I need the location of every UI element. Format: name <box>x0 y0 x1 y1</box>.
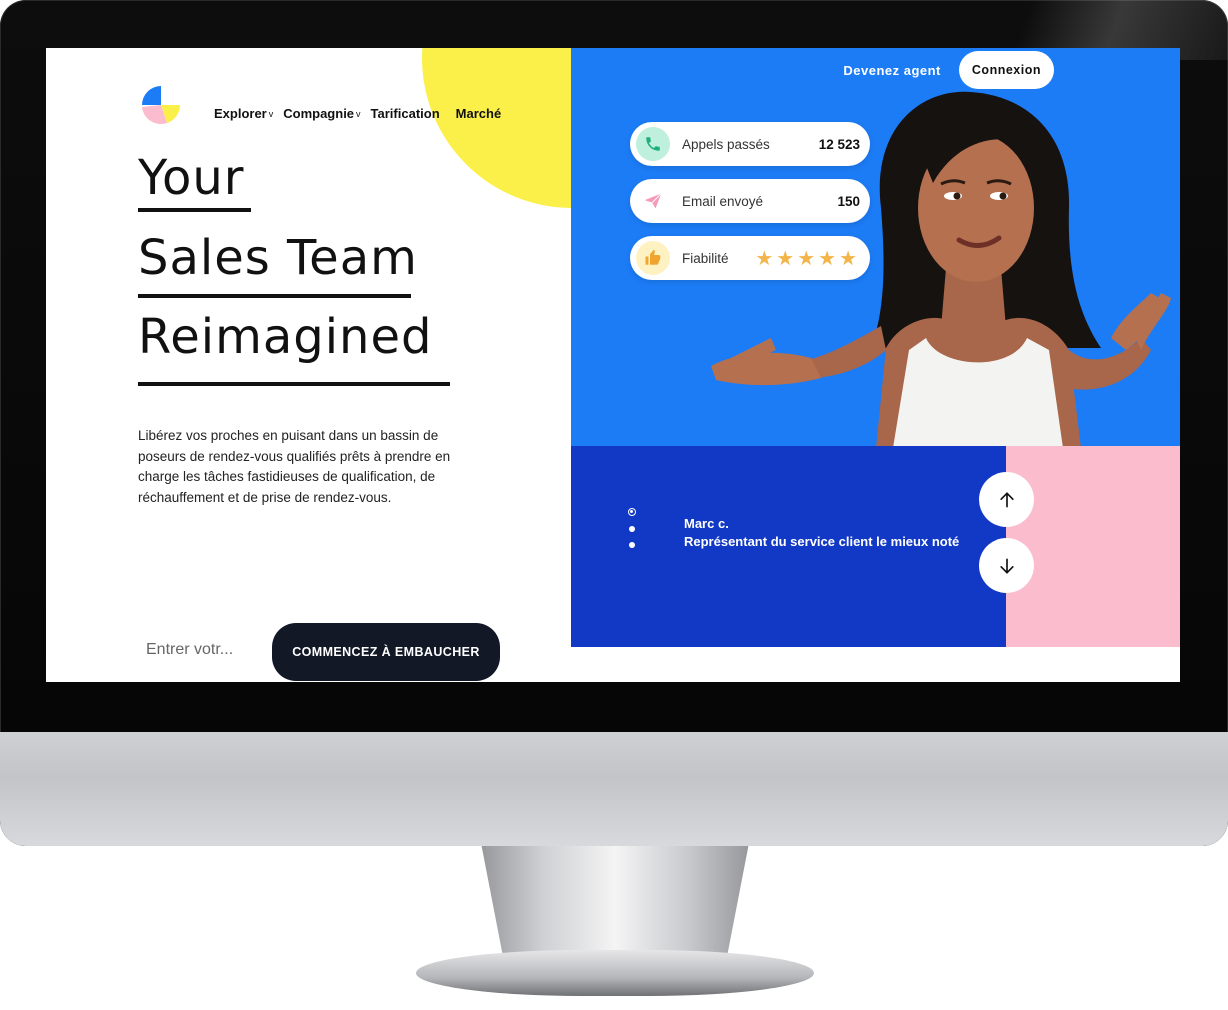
stat-value: 150 <box>837 193 860 209</box>
carousel-dot-active[interactable] <box>628 508 636 516</box>
stat-card-email: Email envoyé 150 <box>630 179 870 223</box>
arrow-down-icon <box>999 558 1014 574</box>
chevron-down-icon: v <box>268 108 274 119</box>
email-input[interactable] <box>138 630 268 670</box>
nav-tarification[interactable]: Tarification <box>371 106 440 121</box>
carousel-dot[interactable] <box>629 526 635 532</box>
rating-stars: ★★★★★ <box>755 247 860 270</box>
paper-plane-icon <box>636 184 670 218</box>
nav-compagnie[interactable]: Compagnie v <box>283 106 360 121</box>
nav-explorer-label: Explorer <box>214 106 267 121</box>
login-button[interactable]: Connexion <box>958 51 1054 89</box>
website-screen: Explorer v Compagnie v Tarification Marc… <box>46 48 1180 682</box>
become-agent-link[interactable]: Devenez agent <box>843 63 941 78</box>
testimonial-role: Représentant du service client le mieux … <box>684 534 960 549</box>
headline-line-1: Your <box>138 150 245 206</box>
stat-label: Fiabilité <box>682 250 729 266</box>
main-nav: Explorer v Compagnie v Tarification Marc… <box>214 106 501 121</box>
monitor-stand-base <box>416 950 814 996</box>
nav-compagnie-label: Compagnie <box>283 106 355 121</box>
stat-value: 12 523 <box>818 136 860 152</box>
nav-marche-label: Marché <box>455 106 502 121</box>
headline-underline-2 <box>138 294 411 298</box>
headline-underline-1 <box>138 208 251 212</box>
stat-label: Email envoyé <box>682 193 764 209</box>
previous-button[interactable] <box>979 472 1034 527</box>
monitor-bezel: Explorer v Compagnie v Tarification Marc… <box>0 0 1228 846</box>
phone-icon <box>636 127 670 161</box>
brand-logo[interactable] <box>140 82 182 132</box>
nav-explorer[interactable]: Explorer v <box>214 106 273 121</box>
carousel-dots <box>628 508 636 548</box>
top-links: Devenez agent Connexion <box>843 51 1054 89</box>
nav-marche[interactable]: Marché <box>456 106 502 121</box>
headline-underline-3 <box>138 382 450 386</box>
pink-decoration <box>1006 446 1180 647</box>
start-hiring-button[interactable]: COMMENCEZ À EMBAUCHER <box>272 623 500 681</box>
monitor-stand <box>481 846 749 966</box>
arrow-up-icon <box>999 491 1014 507</box>
testimonial-panel: Marc c. Représentant du service client l… <box>571 446 1006 647</box>
hero-image-panel: Devenez agent Connexion Appels passés 12… <box>571 48 1180 446</box>
stat-label: Appels passés <box>682 136 770 152</box>
next-button[interactable] <box>979 538 1034 593</box>
stat-card-calls: Appels passés 12 523 <box>630 122 870 166</box>
monitor-chin <box>0 732 1228 846</box>
stat-card-reliability: Fiabilité ★★★★★ <box>630 236 870 280</box>
thumbs-up-icon <box>636 241 670 275</box>
chevron-down-icon: v <box>356 108 361 119</box>
headline-line-2: Sales Team <box>138 230 418 286</box>
headline-line-3: Reimagined <box>138 309 433 365</box>
hero-description: Libérez vos proches en puisant dans un b… <box>138 428 451 505</box>
carousel-dot[interactable] <box>629 542 635 548</box>
nav-tarification-label: Tarification <box>370 106 440 121</box>
testimonial-name: Marc c. <box>684 516 729 531</box>
